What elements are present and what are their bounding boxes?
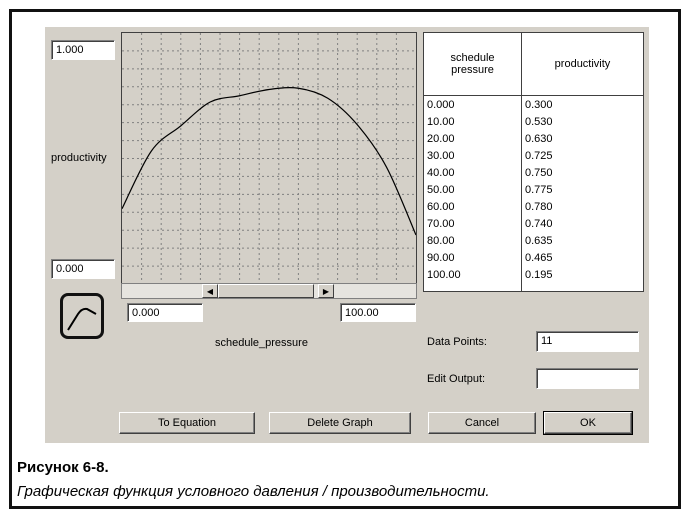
data-table[interactable]: schedule pressure productivity 0.000 0.30… xyxy=(423,32,644,292)
edit-output-field[interactable] xyxy=(536,368,639,389)
y-min-field[interactable]: 0.000 xyxy=(51,259,115,279)
graph-shape-icon[interactable] xyxy=(60,293,104,339)
scroll-thumb[interactable] xyxy=(218,284,314,298)
table-row[interactable]: 50.00 0.775 xyxy=(424,182,643,199)
table-body: 0.000 0.300 10.00 0.530 20.00 0.630 30.00 0.725… xyxy=(424,97,643,284)
cancel-button[interactable]: Cancel xyxy=(428,412,536,434)
cell-productivity[interactable]: 0.780 xyxy=(525,199,553,216)
table-row[interactable]: 30.00 0.725 xyxy=(424,148,643,165)
cell-productivity[interactable]: 0.530 xyxy=(525,114,553,131)
table-row[interactable]: 10.00 0.530 xyxy=(424,114,643,131)
productivity-curve xyxy=(122,87,416,236)
x-axis-label: schedule_pressure xyxy=(215,337,308,349)
delete-graph-button[interactable]: Delete Graph xyxy=(269,412,411,434)
table-row[interactable]: 80.00 0.635 xyxy=(424,233,643,250)
figure-caption-title: Рисунок 6-8. xyxy=(17,459,109,476)
table-row[interactable]: 100.00 0.195 xyxy=(424,267,643,284)
cell-productivity[interactable]: 0.775 xyxy=(525,182,553,199)
cell-productivity[interactable]: 0.465 xyxy=(525,250,553,267)
table-row[interactable]: 60.00 0.780 xyxy=(424,199,643,216)
table-row[interactable]: 0.000 0.300 xyxy=(424,97,643,114)
cell-schedule-pressure[interactable]: 90.00 xyxy=(427,250,455,267)
table-row[interactable]: 70.00 0.740 xyxy=(424,216,643,233)
cell-productivity[interactable]: 0.635 xyxy=(525,233,553,250)
scroll-right-arrow-icon[interactable]: ▶ xyxy=(318,284,334,298)
cell-productivity[interactable]: 0.300 xyxy=(525,97,553,114)
y-max-field[interactable]: 1.000 xyxy=(51,40,115,60)
figure-caption-text: Графическая функция условного давления /… xyxy=(17,483,490,500)
grid-lines xyxy=(122,33,416,284)
scroll-left-arrow-icon[interactable]: ◀ xyxy=(202,284,218,298)
cell-productivity[interactable]: 0.725 xyxy=(525,148,553,165)
cell-schedule-pressure[interactable]: 40.00 xyxy=(427,165,455,182)
cell-schedule-pressure[interactable]: 30.00 xyxy=(427,148,455,165)
cell-productivity[interactable]: 0.740 xyxy=(525,216,553,233)
table-row[interactable]: 90.00 0.465 xyxy=(424,250,643,267)
column-header-productivity: productivity xyxy=(554,58,611,70)
table-row[interactable]: 40.00 0.750 xyxy=(424,165,643,182)
cell-schedule-pressure[interactable]: 50.00 xyxy=(427,182,455,199)
graph-dialog: 1.000 productivity 0.000 ◀ ▶ 0.000 100.0… xyxy=(45,27,649,443)
cell-productivity[interactable]: 0.195 xyxy=(525,267,553,284)
plot-svg xyxy=(122,33,416,284)
table-header: schedule pressure productivity xyxy=(424,33,643,96)
column-header-schedule-pressure: schedule pressure xyxy=(450,52,495,76)
cell-schedule-pressure[interactable]: 10.00 xyxy=(427,114,455,131)
cell-productivity[interactable]: 0.630 xyxy=(525,131,553,148)
x-max-field[interactable]: 100.00 xyxy=(340,303,416,322)
cell-schedule-pressure[interactable]: 20.00 xyxy=(427,131,455,148)
y-axis-label: productivity xyxy=(51,152,107,164)
edit-output-label: Edit Output: xyxy=(427,373,486,385)
cell-schedule-pressure[interactable]: 0.000 xyxy=(427,97,455,114)
graph-horizontal-scrollbar[interactable]: ◀ ▶ xyxy=(121,283,417,299)
data-points-field[interactable]: 11 xyxy=(536,331,639,352)
ok-button[interactable]: OK xyxy=(543,411,633,435)
cell-productivity[interactable]: 0.750 xyxy=(525,165,553,182)
cell-schedule-pressure[interactable]: 60.00 xyxy=(427,199,455,216)
to-equation-button[interactable]: To Equation xyxy=(119,412,255,434)
x-min-field[interactable]: 0.000 xyxy=(127,303,203,322)
cell-schedule-pressure[interactable]: 100.00 xyxy=(427,267,461,284)
data-points-label: Data Points: xyxy=(427,336,487,348)
cell-schedule-pressure[interactable]: 70.00 xyxy=(427,216,455,233)
table-row[interactable]: 20.00 0.630 xyxy=(424,131,643,148)
cell-schedule-pressure[interactable]: 80.00 xyxy=(427,233,455,250)
graph-plot-area[interactable] xyxy=(121,32,417,285)
